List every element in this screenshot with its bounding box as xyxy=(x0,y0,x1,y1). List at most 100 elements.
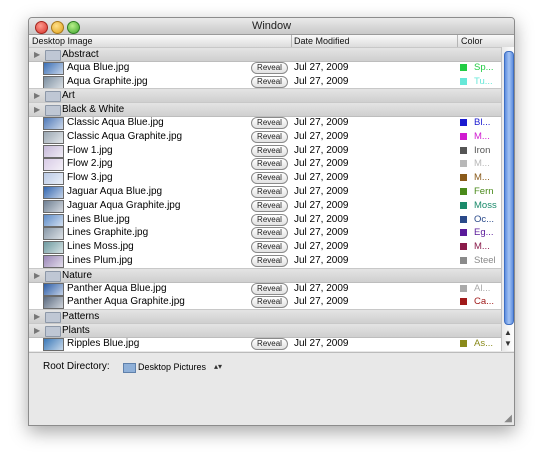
file-name: Classic Aqua Blue.jpg xyxy=(67,117,164,128)
group-row[interactable]: ▶ Art xyxy=(29,88,501,104)
color-swatch[interactable] xyxy=(460,146,467,154)
thumbnail-image xyxy=(43,199,64,213)
color-name: M... xyxy=(474,130,490,142)
list-item[interactable]: Jaguar Aqua Graphite.jpg Reveal Jul 27, 20… xyxy=(29,199,501,213)
scroll-up-icon[interactable]: ▲ xyxy=(504,328,512,337)
list-item[interactable]: Lines Graphite.jpg Reveal Jul 27, 2009 Eg..… xyxy=(29,226,501,241)
date-modified: Jul 27, 2009 xyxy=(294,296,349,308)
reveal-button[interactable]: Reveal xyxy=(251,158,288,171)
reveal-button[interactable]: Reveal xyxy=(251,282,288,295)
reveal-button[interactable]: Reveal xyxy=(251,186,288,198)
reveal-button[interactable]: Reveal xyxy=(251,199,288,212)
outline-list[interactable]: ▶ Abstract Aqua Blue.jpg Reveal Jul 27, 2009… xyxy=(29,47,501,351)
disclosure-triangle-icon[interactable]: ▶ xyxy=(34,326,40,335)
color-swatch[interactable] xyxy=(460,298,467,306)
list-item[interactable]: Lines Moss.jpg Reveal Jul 27, 2009 M... xyxy=(29,240,501,255)
reveal-button[interactable]: Reveal xyxy=(251,296,288,309)
color-swatch[interactable] xyxy=(460,215,467,223)
reveal-button[interactable]: Reveal xyxy=(251,227,288,240)
reveal-button[interactable]: Reveal xyxy=(251,241,288,254)
list-item[interactable]: Aqua Blue.jpg Reveal Jul 27, 2009 Sp... xyxy=(29,61,501,75)
color-swatch[interactable] xyxy=(460,284,467,292)
thumbnail-image xyxy=(43,296,64,310)
footer: Root Directory: Desktop Pictures ▴▾ ◢ xyxy=(29,352,514,425)
disclosure-triangle-icon[interactable]: ▶ xyxy=(34,312,40,321)
resize-grip-icon[interactable]: ◢ xyxy=(504,413,512,424)
list-item[interactable]: Flow 1.jpg Reveal Jul 27, 2009 Iron xyxy=(29,144,501,158)
reveal-button[interactable]: Reveal xyxy=(251,144,288,157)
file-name: Lines Plum.jpg xyxy=(67,255,133,266)
color-name: M... xyxy=(474,172,490,184)
group-name: Black & White xyxy=(62,104,125,116)
color-swatch[interactable] xyxy=(460,339,467,347)
vertical-scrollbar[interactable]: ▲ ▼ xyxy=(501,47,514,351)
thumbnail-image xyxy=(43,337,64,351)
list-item[interactable]: Ripples Blue.jpg Reveal Jul 27, 2009 As... xyxy=(29,337,501,351)
reveal-button[interactable]: Reveal xyxy=(251,172,288,185)
disclosure-triangle-icon[interactable]: ▶ xyxy=(34,271,40,280)
color-swatch[interactable] xyxy=(460,119,467,126)
disclosure-triangle-icon[interactable]: ▶ xyxy=(34,50,40,59)
color-swatch[interactable] xyxy=(460,257,467,264)
list-item[interactable]: Lines Plum.jpg Reveal Jul 27, 2009 Steel xyxy=(29,254,501,268)
color-swatch[interactable] xyxy=(460,160,467,168)
window-title: Window xyxy=(251,20,292,32)
color-swatch[interactable] xyxy=(460,63,467,71)
file-name: Lines Moss.jpg xyxy=(67,241,134,253)
reveal-button[interactable]: Reveal xyxy=(251,61,288,74)
color-swatch[interactable] xyxy=(460,201,467,209)
scroll-thumb[interactable] xyxy=(504,51,514,325)
color-name: As... xyxy=(474,337,494,349)
date-modified: Jul 27, 2009 xyxy=(294,337,349,349)
reveal-button[interactable]: Reveal xyxy=(251,213,288,226)
color-name: Eg... xyxy=(474,227,494,239)
date-modified: Jul 27, 2009 xyxy=(294,117,349,128)
reveal-button[interactable]: Reveal xyxy=(251,130,288,143)
list-item[interactable]: Flow 3.jpg Reveal Jul 27, 2009 M... xyxy=(29,171,501,186)
color-swatch[interactable] xyxy=(460,77,467,85)
date-modified: Jul 27, 2009 xyxy=(294,199,349,211)
popup-arrows-icon: ▴▾ xyxy=(214,362,223,371)
thumbnail-image xyxy=(43,117,64,130)
title-bar[interactable]: Window xyxy=(29,18,514,35)
list-item[interactable]: Flow 2.jpg Reveal Jul 27, 2009 M... xyxy=(29,157,501,172)
color-swatch[interactable] xyxy=(460,243,467,251)
date-modified: Jul 27, 2009 xyxy=(294,213,349,225)
list-item[interactable]: Classic Aqua Graphite.jpg Reveal Jul 27, 2… xyxy=(29,130,501,144)
reveal-button[interactable]: Reveal xyxy=(251,117,288,129)
color-swatch[interactable] xyxy=(460,188,467,195)
color-name: Oc... xyxy=(474,213,495,225)
folder-icon xyxy=(45,91,61,103)
color-swatch[interactable] xyxy=(460,132,467,140)
group-row[interactable]: ▶ Black & White xyxy=(29,102,501,118)
reveal-button[interactable]: Reveal xyxy=(251,255,288,267)
date-modified: Jul 27, 2009 xyxy=(294,61,349,73)
column-header-color[interactable]: Color xyxy=(458,35,501,47)
list-item[interactable]: Lines Blue.jpg Reveal Jul 27, 2009 Oc... xyxy=(29,213,501,227)
list-item[interactable]: Classic Aqua Blue.jpg Reveal Jul 27, 2009 B… xyxy=(29,116,501,130)
list-item[interactable]: Jaguar Aqua Blue.jpg Reveal Jul 27, 2009 Fe… xyxy=(29,185,501,199)
group-row[interactable]: ▶ Plants xyxy=(29,323,501,338)
list-item[interactable]: Aqua Graphite.jpg Reveal Jul 27, 2009 Tu... xyxy=(29,75,501,89)
disclosure-triangle-icon[interactable]: ▶ xyxy=(34,91,40,100)
color-name: Fern xyxy=(474,186,494,197)
scroll-down-icon[interactable]: ▼ xyxy=(504,339,512,348)
group-row[interactable]: ▶ Abstract xyxy=(29,47,501,62)
color-name: Ca... xyxy=(474,296,495,308)
group-name: Abstract xyxy=(62,49,99,60)
date-modified: Jul 27, 2009 xyxy=(294,144,349,156)
root-directory-popup[interactable]: Desktop Pictures ▴▾ xyxy=(121,359,233,375)
date-modified: Jul 27, 2009 xyxy=(294,227,349,239)
group-row[interactable]: ▶ Nature xyxy=(29,267,501,283)
reveal-button[interactable]: Reveal xyxy=(251,75,288,88)
list-item[interactable]: Panther Aqua Graphite.jpg Reveal Jul 27, 2… xyxy=(29,295,501,310)
color-swatch[interactable] xyxy=(460,229,467,237)
disclosure-triangle-icon[interactable]: ▶ xyxy=(34,105,40,114)
color-swatch[interactable] xyxy=(460,174,467,182)
list-item[interactable]: Panther Aqua Blue.jpg Reveal Jul 27, 2009 A… xyxy=(29,282,501,296)
group-row[interactable]: ▶ Patterns xyxy=(29,309,501,325)
reveal-button[interactable]: Reveal xyxy=(251,337,288,350)
file-name: Ripples Blue.jpg xyxy=(67,337,140,349)
column-header-date[interactable]: Date Modified xyxy=(291,35,458,47)
column-header-image[interactable]: Desktop Image xyxy=(29,35,292,47)
